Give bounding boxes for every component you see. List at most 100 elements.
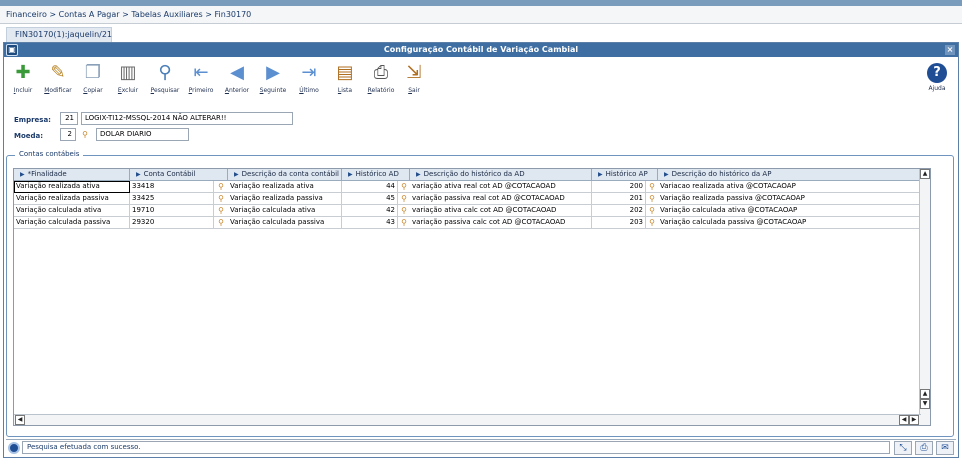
historico-ad-lookup-icon[interactable]: ⚲ <box>399 194 409 204</box>
cell-finalidade[interactable]: Variação realizada ativa <box>14 181 130 193</box>
cell-historico-ad[interactable]: 43 <box>342 217 398 229</box>
cell-conta[interactable]: 33418 <box>130 181 214 193</box>
grid-header: ▶ *Finalidade ▶ Conta Contábil ▶ Descrição … <box>14 169 930 181</box>
historico-ap-lookup-icon[interactable]: ⚲ <box>647 218 657 228</box>
copiar-button[interactable]: ❐ Copiar <box>76 61 110 94</box>
modificar-button[interactable]: ✎ Modificar <box>41 61 75 94</box>
conta-lookup-icon[interactable]: ⚲ <box>216 218 226 228</box>
printer-icon: ⎙ <box>373 62 389 83</box>
ultimo-button[interactable]: ⇥ Último <box>292 61 326 94</box>
scroll-up-icon[interactable]: ▲ <box>920 169 930 179</box>
vertical-scrollbar[interactable]: ▲ ▲ ▼ <box>919 169 930 425</box>
breadcrumb: Financeiro > Contas A Pagar > Tabelas Au… <box>0 6 962 24</box>
table-row[interactable]: Variação calculada passiva 29320 ⚲ Varia… <box>14 217 930 229</box>
moeda-label: Moeda: <box>14 132 44 140</box>
cell-historico-ap[interactable]: 200 <box>592 181 646 193</box>
table-row[interactable]: Variação calculada ativa 19710 ⚲ Variaçã… <box>14 205 930 217</box>
window-titlebar: ▣ Configuração Contábil de Variação Camb… <box>4 43 958 57</box>
col-descricao-conta[interactable]: ▶ Descrição da conta contábil <box>228 169 342 181</box>
status-bar: Pesquisa efetuada com sucesso. ⤡ ⎙ ✉ <box>6 439 956 455</box>
cell-descricao-historico-ap: Variação calculada ativa @COTACAOAP <box>658 205 921 217</box>
anterior-button[interactable]: ◀ Anterior <box>220 61 254 94</box>
last-arrow-icon: ⇥ <box>301 62 317 83</box>
cell-conta[interactable]: 33425 <box>130 193 214 205</box>
cell-historico-ap[interactable]: 203 <box>592 217 646 229</box>
edit-pencil-icon: ✎ <box>50 62 66 83</box>
historico-ap-lookup-icon[interactable]: ⚲ <box>647 206 657 216</box>
scroll-page-up-icon[interactable]: ▲ <box>920 389 930 399</box>
col-historico-ad[interactable]: ▶ Histórico AD <box>342 169 410 181</box>
sair-button[interactable]: ⇲ Sair <box>397 61 431 94</box>
print-screen-icon[interactable]: ⎙ <box>915 441 933 455</box>
excluir-button[interactable]: ▥ Excluir <box>111 61 145 94</box>
table-row[interactable]: Variação realizada passiva 33425 ⚲ Varia… <box>14 193 930 205</box>
scroll-left-icon[interactable]: ◀ <box>15 415 25 425</box>
cell-conta[interactable]: 19710 <box>130 205 214 217</box>
help-question-icon: ? <box>927 63 947 83</box>
exit-door-icon: ⇲ <box>406 62 422 83</box>
cell-historico-ap[interactable]: 201 <box>592 193 646 205</box>
col-descricao-historico-ap[interactable]: ▶ Descrição do histórico da AP <box>658 169 921 181</box>
cell-descricao-historico-ap: Variacao realizada ativa @COTACAOAP <box>658 181 921 193</box>
col-finalidade[interactable]: ▶ *Finalidade <box>14 169 130 181</box>
cell-descricao-conta: Variação calculada passiva <box>228 217 342 229</box>
cell-finalidade[interactable]: Variação calculada ativa <box>14 205 130 217</box>
cell-historico-ap[interactable]: 202 <box>592 205 646 217</box>
historico-ad-lookup-icon[interactable]: ⚲ <box>399 206 409 216</box>
moeda-lookup-icon[interactable]: ⚲ <box>80 130 90 140</box>
relatorio-button[interactable]: ⎙ Relatório <box>364 61 398 94</box>
pesquisar-button[interactable]: ⚲ Pesquisar <box>148 61 182 94</box>
help-button[interactable]: ? Ajuda <box>922 63 952 92</box>
copy-icon: ❐ <box>84 62 102 83</box>
cell-historico-ad[interactable]: 45 <box>342 193 398 205</box>
primeiro-button[interactable]: ⇤ Primeiro <box>184 61 218 94</box>
tab-strip: FIN30170(1):jaquelin/21 <box>0 25 962 42</box>
message-icon[interactable]: ✉ <box>936 441 954 455</box>
incluir-button[interactable]: ✚ Incluir <box>6 61 40 94</box>
cell-descricao-historico-ad: variação ativa real cot AD @COTACAOAD <box>410 181 592 193</box>
tab-fin30170[interactable]: FIN30170(1):jaquelin/21 <box>6 27 112 42</box>
cell-finalidade[interactable]: Variação realizada passiva <box>14 193 130 205</box>
horizontal-scrollbar[interactable]: ◀ ◀ ▶ <box>14 414 921 425</box>
scroll-down-icon[interactable]: ▼ <box>920 399 930 409</box>
empresa-label: Empresa: <box>14 116 51 124</box>
col-descricao-historico-ad[interactable]: ▶ Descrição do histórico da AD <box>410 169 592 181</box>
seguinte-button[interactable]: ▶ Seguinte <box>256 61 290 94</box>
moeda-description-field: DOLAR DIARIO <box>96 128 189 141</box>
status-message: Pesquisa efetuada com sucesso. <box>22 441 890 454</box>
col-historico-ap[interactable]: ▶ Histórico AP <box>592 169 658 181</box>
resize-icon[interactable]: ⤡ <box>894 441 912 455</box>
cell-descricao-historico-ap: Variação calculada passiva @COTACAOAP <box>658 217 921 229</box>
cell-historico-ad[interactable]: 44 <box>342 181 398 193</box>
historico-ap-lookup-icon[interactable]: ⚲ <box>647 182 657 192</box>
cell-descricao-historico-ad: variação passiva real cot AD @COTACAOAD <box>410 193 592 205</box>
cell-finalidade[interactable]: Variação calculada passiva <box>14 217 130 229</box>
group-title: Contas contábeis <box>15 150 84 158</box>
conta-lookup-icon[interactable]: ⚲ <box>216 182 226 192</box>
empresa-code-field[interactable]: 21 <box>60 112 78 125</box>
historico-ad-lookup-icon[interactable]: ⚲ <box>399 182 409 192</box>
cell-descricao-historico-ad: variação ativa calc cot AD @COTACAOAD <box>410 205 592 217</box>
conta-lookup-icon[interactable]: ⚲ <box>216 206 226 216</box>
app-icon: ▣ <box>6 44 18 56</box>
scroll-right-icon[interactable]: ▶ <box>909 415 919 425</box>
empresa-description-field: LOGIX-TI12-MSSQL-2014 NÃO ALTERAR!! <box>81 112 293 125</box>
conta-lookup-icon[interactable]: ⚲ <box>216 194 226 204</box>
historico-ad-lookup-icon[interactable]: ⚲ <box>399 218 409 228</box>
scroll-page-left-icon[interactable]: ◀ <box>899 415 909 425</box>
table-row[interactable]: Variação realizada ativa 33418 ⚲ Variaçã… <box>14 181 930 193</box>
cell-descricao-historico-ad: variação passiva calc cot AD @COTACAOAD <box>410 217 592 229</box>
historico-ap-lookup-icon[interactable]: ⚲ <box>647 194 657 204</box>
close-icon[interactable]: × <box>945 45 955 55</box>
lista-button[interactable]: ▤ Lista <box>328 61 362 94</box>
cell-descricao-conta: Variação realizada ativa <box>228 181 342 193</box>
cell-descricao-conta: Variação realizada passiva <box>228 193 342 205</box>
search-icon: ⚲ <box>158 62 172 83</box>
next-arrow-icon: ▶ <box>266 62 280 83</box>
main-window: ▣ Configuração Contábil de Variação Camb… <box>3 42 959 458</box>
col-conta-contabil[interactable]: ▶ Conta Contábil <box>130 169 228 181</box>
cell-conta[interactable]: 29320 <box>130 217 214 229</box>
cell-historico-ad[interactable]: 42 <box>342 205 398 217</box>
add-document-icon: ✚ <box>15 62 31 83</box>
moeda-code-field[interactable]: 2 <box>60 128 76 141</box>
